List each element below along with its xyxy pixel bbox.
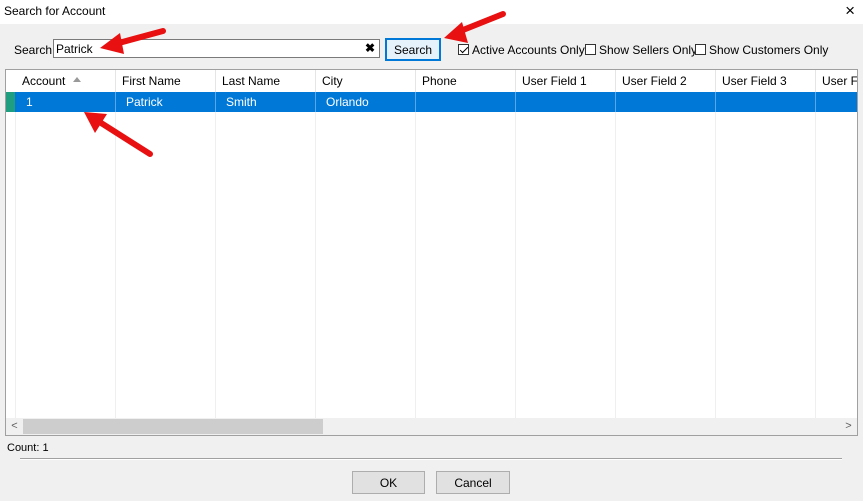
checkbox-checked-icon[interactable]	[458, 44, 469, 55]
search-box[interactable]: ✖	[53, 39, 380, 58]
column-divider	[315, 112, 316, 418]
column-divider	[215, 112, 216, 418]
column-divider	[115, 112, 116, 418]
cell-user-field-4[interactable]	[816, 92, 857, 112]
column-header-first-name[interactable]: First Name	[116, 70, 216, 92]
sellers-only-checkbox[interactable]: Show Sellers Only	[585, 42, 697, 57]
cell-first-name[interactable]: Patrick	[116, 92, 216, 112]
ok-button[interactable]: OK	[352, 471, 425, 494]
cell-phone[interactable]	[416, 92, 516, 112]
column-divider	[515, 112, 516, 418]
cell-user-field-1[interactable]	[516, 92, 616, 112]
window-title: Search for Account	[4, 4, 106, 18]
column-divider	[615, 112, 616, 418]
search-input[interactable]	[56, 41, 356, 56]
scroll-right-icon[interactable]: >	[840, 418, 857, 435]
column-divider	[715, 112, 716, 418]
column-divider	[815, 112, 816, 418]
table-row[interactable]: 1 Patrick Smith Orlando	[6, 92, 857, 112]
column-header-last-name[interactable]: Last Name	[216, 70, 316, 92]
title-bar: Search for Account ×	[0, 0, 863, 24]
customers-only-label: Show Customers Only	[709, 42, 829, 57]
column-header-account[interactable]: Account	[16, 70, 116, 92]
cancel-button[interactable]: Cancel	[436, 471, 510, 494]
search-button[interactable]: Search	[385, 38, 441, 61]
sellers-only-label: Show Sellers Only	[599, 42, 698, 57]
cell-city[interactable]: Orlando	[316, 92, 416, 112]
cell-user-field-3[interactable]	[716, 92, 816, 112]
cell-account[interactable]: 1	[16, 92, 116, 112]
column-header-city[interactable]: City	[316, 70, 416, 92]
close-icon[interactable]: ×	[845, 1, 855, 21]
sort-ascending-icon	[73, 77, 82, 83]
column-header-user-field-2[interactable]: User Field 2	[616, 70, 716, 92]
column-header-user-field-3[interactable]: User Field 3	[716, 70, 816, 92]
cell-last-name[interactable]: Smith	[216, 92, 316, 112]
active-accounts-label: Active Accounts Only	[472, 42, 585, 57]
horizontal-scrollbar[interactable]: < >	[6, 418, 857, 435]
clear-search-icon[interactable]: ✖	[365, 40, 375, 57]
scroll-left-icon[interactable]: <	[6, 418, 23, 435]
active-accounts-checkbox[interactable]: Active Accounts Only	[458, 42, 585, 57]
footer-divider	[20, 458, 842, 460]
accounts-grid[interactable]: Account First Name Last Name City Phone …	[5, 69, 858, 436]
row-indicator	[6, 92, 15, 112]
column-header-phone[interactable]: Phone	[416, 70, 516, 92]
column-divider	[15, 112, 16, 418]
grid-header: Account First Name Last Name City Phone …	[6, 70, 857, 93]
scrollbar-thumb[interactable]	[23, 419, 323, 434]
record-count: Count: 1	[7, 442, 49, 454]
search-label: Search	[14, 43, 53, 57]
cell-user-field-2[interactable]	[616, 92, 716, 112]
column-header-user-field-1[interactable]: User Field 1	[516, 70, 616, 92]
customers-only-checkbox[interactable]: Show Customers Only	[695, 42, 828, 57]
column-header-user-field-4[interactable]: User F	[816, 70, 857, 92]
checkbox-unchecked-icon[interactable]	[585, 44, 596, 55]
column-divider	[415, 112, 416, 418]
checkbox-unchecked-icon[interactable]	[695, 44, 706, 55]
